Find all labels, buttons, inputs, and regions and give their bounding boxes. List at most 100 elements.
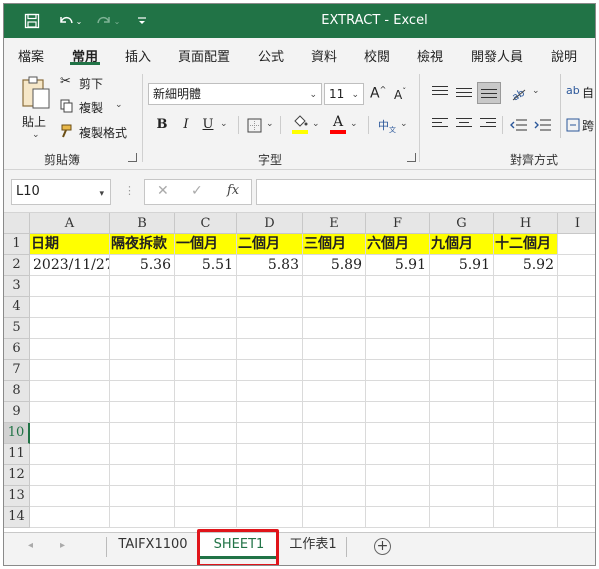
cell-I13[interactable] [558,486,595,507]
cell-C3[interactable] [175,276,237,297]
cell-G13[interactable] [430,486,494,507]
cell-D7[interactable] [237,360,303,381]
cell-G9[interactable] [430,402,494,423]
cell-C7[interactable] [175,360,237,381]
cancel-icon[interactable]: ✕ [157,183,169,199]
tab-developer[interactable]: 開發人員 [471,46,523,65]
cell-F1[interactable]: 六個月 [366,234,430,255]
row-header[interactable]: 8 [4,381,30,402]
column-header[interactable]: C [175,213,237,234]
cell-I3[interactable] [558,276,595,297]
cell-E2[interactable]: 5.89 [303,255,366,276]
copy-button[interactable]: 複製 ⌄ [60,98,126,116]
cell-F8[interactable] [366,381,430,402]
cell-G7[interactable] [430,360,494,381]
cell-H4[interactable] [494,297,558,318]
cell-C2[interactable]: 5.51 [175,255,237,276]
cell-G3[interactable] [430,276,494,297]
cell-I2[interactable] [558,255,595,276]
cell-F6[interactable] [366,339,430,360]
row-header[interactable]: 5 [4,318,30,339]
cell-F2[interactable]: 5.91 [366,255,430,276]
paste-button[interactable]: 貼上 ⌄ [18,76,52,142]
column-header[interactable]: G [430,213,494,234]
sheet-tab-taifx1100[interactable]: TAIFX1100 [108,533,198,559]
cell-D13[interactable] [237,486,303,507]
cell-D14[interactable] [237,507,303,528]
cell-F13[interactable] [366,486,430,507]
cell-B2[interactable]: 5.36 [110,255,175,276]
cell-D3[interactable] [237,276,303,297]
cell-D8[interactable] [237,381,303,402]
align-middle-icon[interactable] [456,88,472,102]
cell-E12[interactable] [303,465,366,486]
column-header[interactable]: E [303,213,366,234]
cell-E4[interactable] [303,297,366,318]
cell-B4[interactable] [110,297,175,318]
fill-color-button[interactable] [292,115,308,135]
align-right-icon[interactable] [480,118,496,132]
decrease-indent-icon[interactable] [510,118,528,132]
orientation-icon[interactable]: ab [510,85,528,101]
cell-A8[interactable] [30,381,110,402]
cell-D12[interactable] [237,465,303,486]
cell-E10[interactable] [303,423,366,444]
cell-I9[interactable] [558,402,595,423]
bold-button[interactable]: B [154,117,170,132]
sheet-tab-worksheet1[interactable]: 工作表1 [280,533,346,559]
tab-file[interactable]: 檔案 [18,46,44,65]
row-header[interactable]: 3 [4,276,30,297]
font-color-dropdown-icon[interactable]: ⌄ [350,119,358,129]
paste-dropdown-icon[interactable]: ⌄ [32,130,40,140]
cell-D4[interactable] [237,297,303,318]
cell-C12[interactable] [175,465,237,486]
cell-H14[interactable] [494,507,558,528]
align-center-icon[interactable] [456,118,472,132]
clipboard-launcher-icon[interactable] [128,153,137,162]
cell-A1[interactable]: 日期 [30,234,110,255]
cell-H1[interactable]: 十二個月 [494,234,558,255]
cell-H13[interactable] [494,486,558,507]
cell-B9[interactable] [110,402,175,423]
phonetic-dropdown-icon[interactable]: ⌄ [400,119,408,129]
row-header[interactable]: 4 [4,297,30,318]
align-left-icon[interactable] [432,118,448,132]
cell-G11[interactable] [430,444,494,465]
cell-B11[interactable] [110,444,175,465]
cell-H6[interactable] [494,339,558,360]
tab-data[interactable]: 資料 [311,46,337,65]
cell-H7[interactable] [494,360,558,381]
increase-font-icon[interactable]: A^ [370,85,386,102]
borders-dropdown-icon[interactable]: ⌄ [266,119,274,129]
column-header[interactable]: D [237,213,303,234]
enter-icon[interactable]: ✓ [191,183,203,199]
font-size-dropdown-icon[interactable]: ⌄ [351,85,359,105]
increase-indent-icon[interactable] [534,118,552,132]
column-header[interactable]: I [558,213,595,234]
cell-E6[interactable] [303,339,366,360]
cell-F3[interactable] [366,276,430,297]
cell-H2[interactable]: 5.92 [494,255,558,276]
cell-F9[interactable] [366,402,430,423]
tab-help[interactable]: 說明 [551,46,577,65]
cell-A4[interactable] [30,297,110,318]
cell-A11[interactable] [30,444,110,465]
cell-C14[interactable] [175,507,237,528]
row-header[interactable]: 12 [4,465,30,486]
scroll-left-icon[interactable]: ◂ [28,540,33,551]
cell-E7[interactable] [303,360,366,381]
borders-icon[interactable] [247,118,262,133]
cell-D1[interactable]: 二個月 [237,234,303,255]
cell-I10[interactable] [558,423,595,444]
cell-F10[interactable] [366,423,430,444]
cell-I11[interactable] [558,444,595,465]
cell-C8[interactable] [175,381,237,402]
cell-C13[interactable] [175,486,237,507]
cell-G12[interactable] [430,465,494,486]
cell-B10[interactable] [110,423,175,444]
cell-G2[interactable]: 5.91 [430,255,494,276]
cell-F7[interactable] [366,360,430,381]
tab-view[interactable]: 檢視 [417,46,443,65]
cell-A10[interactable] [30,423,110,444]
cell-C11[interactable] [175,444,237,465]
